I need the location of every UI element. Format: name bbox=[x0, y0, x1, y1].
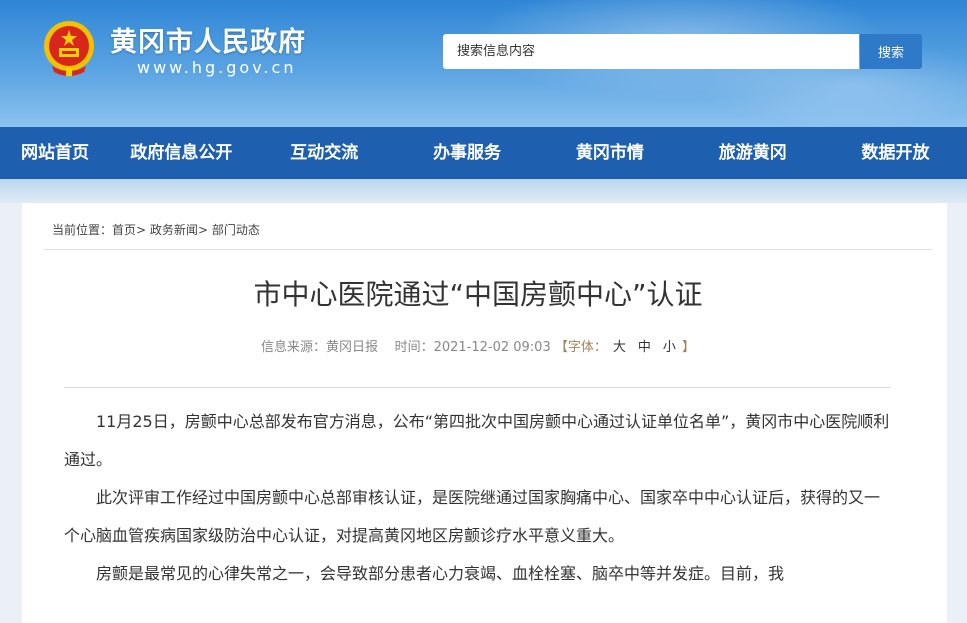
national-emblem-icon bbox=[44, 21, 94, 76]
meta-divider bbox=[64, 387, 890, 388]
site-header: 黄冈市人民政府 www.hg.gov.cn 搜索 bbox=[0, 0, 967, 127]
site-url: www.hg.gov.cn bbox=[137, 58, 297, 77]
main-nav: 网站首页 政府信息公开 互动交流 办事服务 黄冈市情 旅游黄冈 数据开放 bbox=[0, 127, 967, 179]
font-size-control: 【字体： 大中小】 bbox=[555, 340, 695, 355]
nav-item-tourism[interactable]: 旅游黄冈 bbox=[681, 127, 824, 179]
font-size-medium[interactable]: 中 bbox=[638, 340, 651, 355]
breadcrumb-home[interactable]: 首页 bbox=[112, 223, 136, 237]
font-size-large[interactable]: 大 bbox=[613, 340, 626, 355]
article-source: 信息来源：黄冈日报 bbox=[261, 340, 379, 355]
article-paragraph: 房颤是最常见的心律失常之一，会导致部分患者心力衰竭、血栓栓塞、脑卒中等并发症。目… bbox=[96, 564, 785, 583]
article-time: 时间：2021-12-02 09:03 bbox=[394, 340, 551, 355]
article-paragraph: 此次评审工作经过中国房颤中心总部审核认证，是医院继通过国家胸痛中心、国家卒中中心… bbox=[64, 488, 881, 545]
breadcrumb-separator: > bbox=[197, 223, 208, 237]
font-size-label: 【字体： bbox=[554, 340, 607, 355]
search-input[interactable] bbox=[443, 34, 859, 69]
nav-item-home[interactable]: 网站首页 bbox=[0, 127, 110, 179]
nav-shadow-band bbox=[0, 179, 967, 203]
article-title: 市中心医院通过“中国房颤中心”认证 bbox=[253, 278, 703, 311]
breadcrumb-gov-news[interactable]: 政务新闻 bbox=[150, 223, 198, 237]
article-paragraph: 11月25日，房颤中心总部发布官方消息，公布“第四批次中国房颤中心通过认证单位名… bbox=[64, 412, 890, 469]
breadcrumb: 当前位置：首页> 政务新闻> 部门动态 bbox=[52, 221, 260, 238]
nav-item-city-info[interactable]: 黄冈市情 bbox=[538, 127, 681, 179]
font-size-small[interactable]: 小 bbox=[663, 340, 676, 355]
article-body: 11月25日，房颤中心总部发布官方消息，公布“第四批次中国房颤中心通过认证单位名… bbox=[64, 403, 890, 593]
site-title[interactable]: 黄冈市人民政府 bbox=[110, 20, 306, 59]
breadcrumb-separator: > bbox=[136, 223, 147, 237]
search-button[interactable]: 搜索 bbox=[860, 34, 922, 69]
font-size-close: 】 bbox=[681, 340, 695, 355]
nav-item-open-data[interactable]: 数据开放 bbox=[824, 127, 967, 179]
breadcrumb-prefix: 当前位置： bbox=[52, 223, 113, 237]
breadcrumb-dept-news[interactable]: 部门动态 bbox=[212, 223, 260, 237]
article-meta: 信息来源：黄冈日报 时间：2021-12-02 09:03 【字体： 大中小】 bbox=[22, 336, 934, 355]
nav-item-gov-info[interactable]: 政府信息公开 bbox=[110, 127, 253, 179]
breadcrumb-divider bbox=[44, 249, 932, 250]
nav-item-interaction[interactable]: 互动交流 bbox=[253, 127, 396, 179]
content-panel: 当前位置：首页> 政务新闻> 部门动态 市中心医院通过“中国房颤中心”认证 信息… bbox=[22, 203, 947, 623]
nav-item-services[interactable]: 办事服务 bbox=[396, 127, 539, 179]
